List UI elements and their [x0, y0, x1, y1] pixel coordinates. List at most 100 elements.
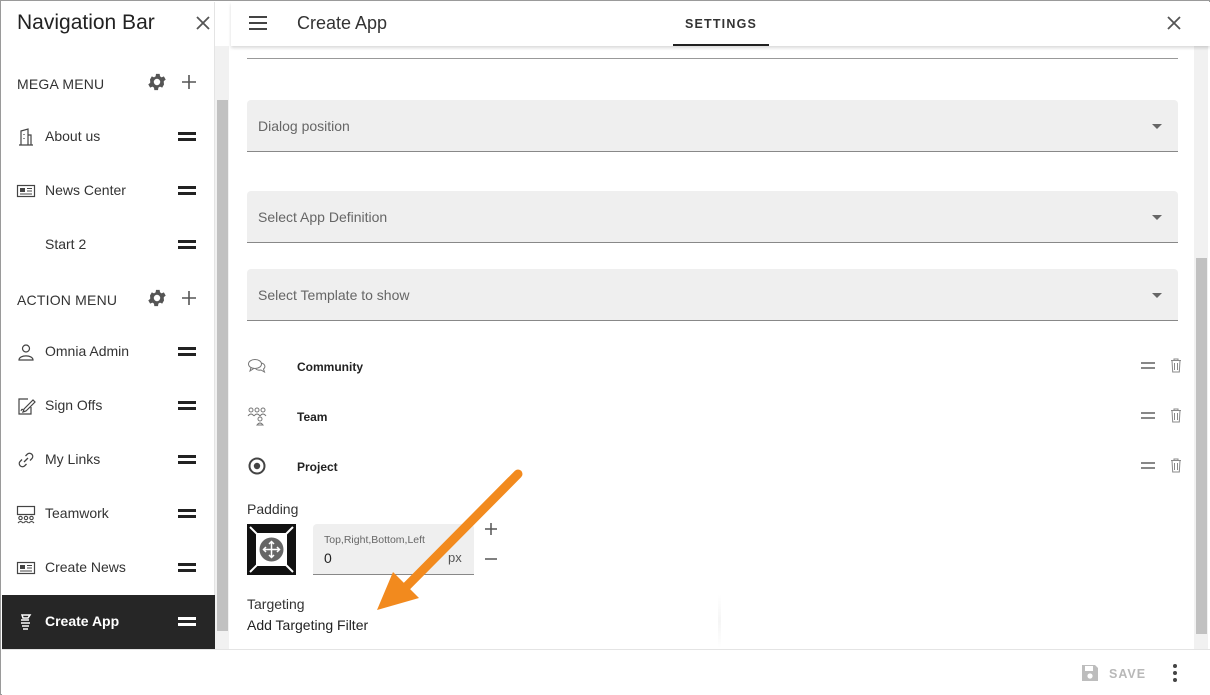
- move-icon: [247, 524, 296, 575]
- sidebar-item-news-center[interactable]: News Center: [2, 164, 215, 218]
- divider: [718, 594, 721, 649]
- section-label: MEGA MENU: [17, 76, 105, 92]
- select-label: Dialog position: [258, 118, 350, 134]
- newspaper-icon: [16, 561, 36, 575]
- app-type-row-community[interactable]: Community: [247, 346, 1187, 386]
- sign-document-icon: [18, 398, 36, 415]
- target-icon: [248, 457, 266, 475]
- sidebar-item-label: Create App: [45, 613, 120, 629]
- sidebar-item-my-links[interactable]: My Links: [2, 433, 215, 487]
- drag-handle-icon[interactable]: [178, 132, 196, 141]
- padding-label: Padding: [247, 501, 299, 517]
- scrollbar-thumb[interactable]: [1196, 258, 1207, 634]
- dropdown-caret-icon: [1152, 124, 1162, 129]
- remove-icon[interactable]: [483, 551, 499, 567]
- sidebar-item-label: Create News: [45, 559, 126, 575]
- sidebar-title: Navigation Bar: [17, 11, 155, 34]
- sidebar-item-start-2[interactable]: Start 2: [2, 218, 215, 272]
- padding-hint: Top,Right,Bottom,Left: [324, 534, 425, 546]
- sidebar-item-label: My Links: [45, 451, 101, 467]
- section-label: ACTION MENU: [17, 292, 118, 308]
- select-label: Select Template to show: [258, 287, 410, 303]
- navigation-sidebar: Navigation Bar MEGA MENU About us News C…: [2, 2, 215, 649]
- drag-handle-icon[interactable]: [1141, 362, 1155, 369]
- sidebar-item-label: News Center: [45, 182, 126, 198]
- panel-scrollbar[interactable]: [1194, 46, 1208, 649]
- add-icon[interactable]: [179, 287, 199, 309]
- app-type-row-project[interactable]: Project: [247, 446, 1187, 486]
- targeting-label: Targeting: [247, 596, 305, 612]
- padding-unit: px: [448, 550, 462, 565]
- newspaper-icon: [16, 184, 36, 198]
- padding-selector[interactable]: [247, 524, 296, 575]
- scrollbar-thumb[interactable]: [217, 100, 228, 631]
- sidebar-item-teamwork[interactable]: Teamwork: [2, 487, 215, 541]
- drag-handle-icon[interactable]: [178, 240, 196, 249]
- padding-value[interactable]: 0: [324, 550, 332, 566]
- page-title: Create App: [297, 13, 388, 33]
- sidebar-item-label: About us: [45, 128, 101, 144]
- settings-content: Dialog position Select App Definition Se…: [231, 46, 1210, 649]
- footer-bar: SAVE: [2, 649, 1210, 695]
- app-type-label: Community: [297, 360, 363, 374]
- app-window: Navigation Bar MEGA MENU About us News C…: [0, 0, 1210, 695]
- mega-menu-header: MEGA MENU: [2, 68, 215, 98]
- gear-icon[interactable]: [146, 71, 168, 93]
- app-type-label: Team: [297, 410, 328, 424]
- create-app-icon: [20, 614, 32, 630]
- app-type-row-team[interactable]: Team: [247, 396, 1187, 436]
- field-underline: [247, 58, 1178, 59]
- close-icon[interactable]: [192, 12, 214, 34]
- drag-handle-icon[interactable]: [178, 186, 196, 195]
- drag-handle-icon[interactable]: [178, 563, 196, 572]
- sidebar-item-create-news[interactable]: Create News: [2, 541, 215, 595]
- add-targeting-filter-link[interactable]: Add Targeting Filter: [247, 617, 368, 633]
- sidebar-item-label: Sign Offs: [45, 397, 103, 413]
- drag-handle-icon[interactable]: [178, 617, 196, 626]
- close-icon[interactable]: [1163, 12, 1185, 34]
- save-icon: [1082, 665, 1098, 681]
- dialog-position-select[interactable]: Dialog position: [247, 100, 1178, 152]
- drag-handle-icon[interactable]: [178, 401, 196, 410]
- sidebar-scrollbar[interactable]: [215, 46, 229, 649]
- team-icon: [247, 407, 267, 426]
- drag-handle-icon[interactable]: [1141, 412, 1155, 419]
- gear-icon[interactable]: [146, 287, 168, 309]
- panel-header: Create App SETTINGS: [231, 2, 1210, 46]
- tab-label: SETTINGS: [684, 17, 758, 31]
- more-vertical-icon[interactable]: [1167, 662, 1183, 684]
- dropdown-caret-icon: [1152, 215, 1162, 220]
- add-icon[interactable]: [179, 71, 199, 93]
- link-icon: [18, 452, 34, 468]
- app-definition-select[interactable]: Select App Definition: [247, 191, 1178, 243]
- drag-handle-icon[interactable]: [1141, 462, 1155, 469]
- sidebar-item-create-app[interactable]: Create App: [2, 595, 215, 649]
- person-icon: [18, 344, 34, 361]
- sidebar-item-omnia-admin[interactable]: Omnia Admin: [2, 325, 215, 379]
- drag-handle-icon[interactable]: [178, 509, 196, 518]
- app-type-label: Project: [297, 460, 338, 474]
- trash-icon[interactable]: [1169, 457, 1183, 473]
- chat-bubbles-icon: [248, 359, 266, 374]
- sidebar-item-about-us[interactable]: About us: [2, 110, 215, 164]
- add-icon[interactable]: [483, 521, 499, 537]
- trash-icon[interactable]: [1169, 357, 1183, 373]
- dropdown-caret-icon: [1152, 293, 1162, 298]
- select-label: Select App Definition: [258, 209, 388, 225]
- sidebar-item-label: Teamwork: [45, 505, 109, 521]
- teamwork-icon: [16, 505, 36, 524]
- sidebar-item-sign-offs[interactable]: Sign Offs: [2, 379, 215, 433]
- action-menu-header: ACTION MENU: [2, 284, 215, 314]
- building-icon: [19, 128, 33, 146]
- sidebar-item-label: Omnia Admin: [45, 343, 130, 359]
- drag-handle-icon[interactable]: [178, 455, 196, 464]
- create-app-panel: Create App SETTINGS Dialog position Sele…: [231, 2, 1210, 649]
- save-button[interactable]: SAVE: [1080, 662, 1150, 686]
- trash-icon[interactable]: [1169, 407, 1183, 423]
- sidebar-item-label: Start 2: [45, 236, 87, 252]
- padding-input[interactable]: Top,Right,Bottom,Left 0 px: [313, 524, 474, 575]
- menu-icon[interactable]: [249, 14, 269, 32]
- template-select[interactable]: Select Template to show: [247, 269, 1178, 321]
- drag-handle-icon[interactable]: [178, 347, 196, 356]
- tab-settings[interactable]: SETTINGS: [673, 2, 769, 46]
